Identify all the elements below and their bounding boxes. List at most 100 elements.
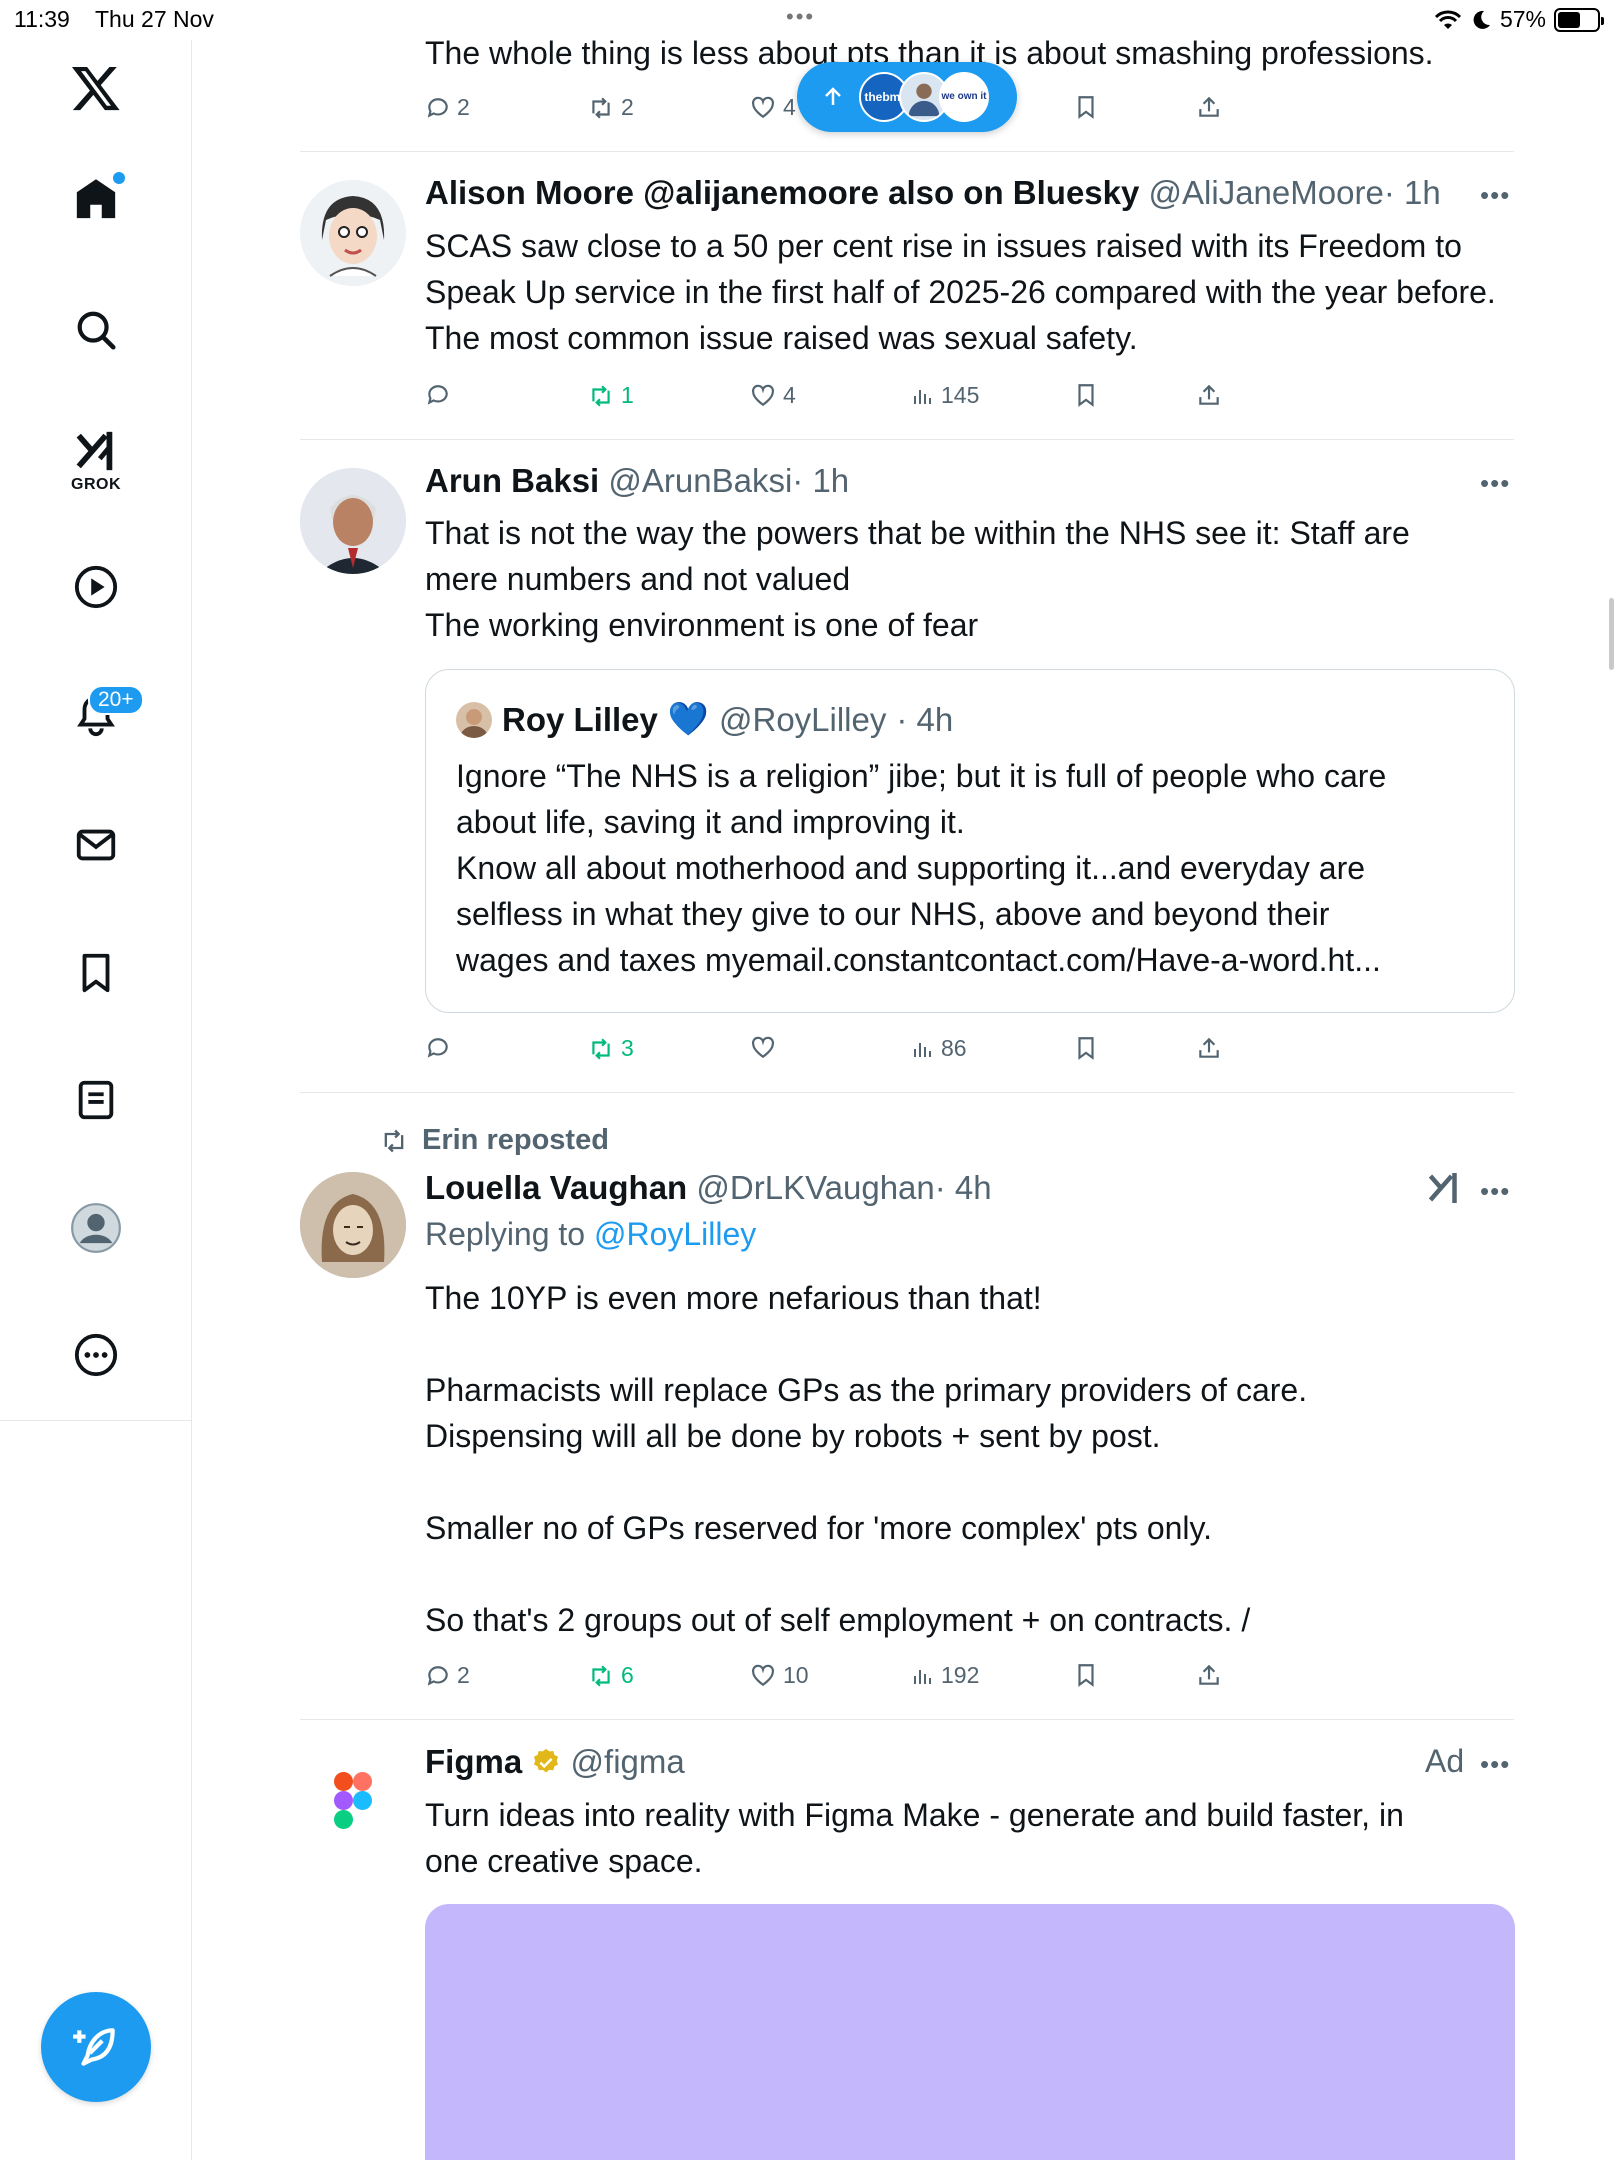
video-icon[interactable] xyxy=(73,564,119,610)
post-actions: 1 4 145 xyxy=(425,382,1225,422)
handle[interactable]: @DrLKVaughan xyxy=(696,1169,934,1206)
post-text: Turn ideas into reality with Figma Make … xyxy=(425,1792,1525,1884)
more-icon[interactable] xyxy=(73,1332,119,1378)
views-button[interactable]: 145 xyxy=(911,382,979,409)
compose-feather-icon xyxy=(73,2028,115,2066)
share-button[interactable] xyxy=(1196,1662,1222,1688)
post-time: · 4h xyxy=(934,1169,992,1206)
post-header: Figma @figma xyxy=(425,1743,685,1781)
verified-gold-icon xyxy=(534,1748,559,1773)
handle[interactable]: @AliJaneMoore xyxy=(1149,174,1384,211)
bookmark-button[interactable] xyxy=(1073,382,1099,408)
replying-to-prefix: Replying to xyxy=(425,1216,586,1252)
like-button[interactable]: 10 xyxy=(749,1662,809,1689)
pill-avatar-weownit: we own it xyxy=(939,72,989,122)
reply-button[interactable] xyxy=(425,1035,457,1061)
display-name[interactable]: Figma xyxy=(425,1743,522,1780)
post-more-icon[interactable]: ••• xyxy=(1480,1749,1510,1780)
bookmarks-icon[interactable] xyxy=(73,950,119,996)
view-count: 192 xyxy=(941,1662,980,1688)
display-name[interactable]: Louella Vaughan xyxy=(425,1169,687,1206)
post-header: Louella Vaughan @DrLKVaughan· 4h xyxy=(425,1169,992,1207)
bookmark-icon xyxy=(1078,96,1094,119)
avatar[interactable] xyxy=(300,468,406,574)
display-name[interactable]: Arun Baksi xyxy=(425,462,599,499)
bookmark-button[interactable] xyxy=(1073,1035,1099,1061)
reply-button[interactable]: 2 xyxy=(425,1662,470,1689)
reply-icon xyxy=(427,1038,448,1058)
share-icon xyxy=(1199,96,1219,117)
bookmark-button[interactable] xyxy=(1073,94,1099,120)
repost-button[interactable]: 1 xyxy=(587,382,634,409)
share-button[interactable] xyxy=(1196,94,1222,120)
blue-heart-emoji: 💙 xyxy=(667,700,709,737)
share-button[interactable] xyxy=(1196,382,1222,408)
post-more-icon[interactable]: ••• xyxy=(1480,468,1510,499)
handle[interactable]: @ArunBaksi xyxy=(608,462,792,499)
view-count: 86 xyxy=(941,1035,967,1061)
repost-count: 6 xyxy=(621,1662,634,1688)
figma-logo-icon[interactable] xyxy=(300,1748,406,1854)
post-more-icon[interactable]: ••• xyxy=(1480,180,1510,211)
post-time: · 1h xyxy=(1383,174,1441,211)
repost-button[interactable]: 6 xyxy=(587,1662,634,1689)
repost-button[interactable]: 3 xyxy=(587,1035,634,1062)
reply-button[interactable]: 2 xyxy=(425,94,470,121)
grok-icon[interactable]: GROK xyxy=(71,428,121,494)
repost-icon xyxy=(592,1664,610,1687)
lists-icon[interactable] xyxy=(73,1077,119,1123)
avatar[interactable] xyxy=(300,1172,406,1278)
messages-icon[interactable] xyxy=(73,822,119,868)
ad-media[interactable] xyxy=(425,1904,1515,2160)
share-icon xyxy=(1199,1664,1219,1685)
post-text-line: one creative space. xyxy=(425,1843,703,1879)
views-button[interactable]: 192 xyxy=(911,1662,979,1689)
view-count: 145 xyxy=(941,382,980,408)
post-text-line: The 10YP is even more nefarious than tha… xyxy=(425,1280,1042,1316)
multitask-dots-icon[interactable]: ••• xyxy=(786,4,815,30)
new-posts-pill[interactable]: thebmj we own it xyxy=(797,62,1017,132)
quoted-text-line: about life, saving it and improving it. xyxy=(456,804,965,840)
home-unread-dot xyxy=(113,172,125,184)
quoted-post[interactable]: Roy Lilley 💙 @RoyLilley · 4h Ignore “The … xyxy=(425,669,1515,1013)
views-button[interactable]: 86 xyxy=(911,1035,967,1062)
scrollbar[interactable] xyxy=(1609,598,1614,670)
replying-to-link[interactable]: @RoyLilley xyxy=(594,1216,756,1252)
bookmark-icon xyxy=(1078,384,1094,407)
reply-button[interactable] xyxy=(425,382,457,408)
post-text-line xyxy=(425,1551,1525,1597)
battery-icon xyxy=(1554,7,1604,32)
avatar[interactable] xyxy=(300,180,406,286)
quoted-text-line: selfless in what they give to our NHS, a… xyxy=(456,896,1330,932)
status-date: Thu 27 Nov xyxy=(95,6,214,32)
quoted-post-header: Roy Lilley 💙 @RoyLilley · 4h xyxy=(456,700,953,739)
reposted-by[interactable]: Erin reposted xyxy=(378,1124,609,1157)
share-button[interactable] xyxy=(1196,1035,1222,1061)
post-more-icon[interactable]: ••• xyxy=(1480,1176,1510,1207)
display-name[interactable]: Alison Moore @alijanemoore also on Blues… xyxy=(425,174,1139,211)
grok-explain-icon[interactable] xyxy=(1426,1170,1462,1206)
battery-fill xyxy=(1558,11,1580,28)
search-icon[interactable] xyxy=(73,307,119,353)
compose-post-button[interactable] xyxy=(41,1992,151,2102)
post-text-line: The working environment is one of fear xyxy=(425,607,979,643)
like-button[interactable]: 4 xyxy=(749,94,796,121)
profile-avatar-icon[interactable] xyxy=(70,1202,122,1254)
home-icon[interactable] xyxy=(73,172,125,222)
quoted-time: · 4h xyxy=(896,700,954,738)
notifications-badge: 20+ xyxy=(88,685,144,715)
heart-icon xyxy=(752,384,774,406)
bookmark-button[interactable] xyxy=(1073,1662,1099,1688)
handle[interactable]: @figma xyxy=(571,1743,685,1780)
x-logo-icon[interactable] xyxy=(70,62,122,114)
post-actions: 3 86 xyxy=(425,1035,1225,1075)
post-text: That is not the way the powers that be w… xyxy=(425,510,1525,648)
repost-icon xyxy=(592,1037,610,1060)
like-button[interactable] xyxy=(749,1035,783,1061)
like-count: 10 xyxy=(783,1662,809,1688)
repost-count: 2 xyxy=(621,94,634,120)
share-icon xyxy=(1199,1037,1219,1058)
quoted-display-name: Roy Lilley xyxy=(502,700,658,738)
repost-button[interactable]: 2 xyxy=(587,94,634,121)
like-button[interactable]: 4 xyxy=(749,382,796,409)
